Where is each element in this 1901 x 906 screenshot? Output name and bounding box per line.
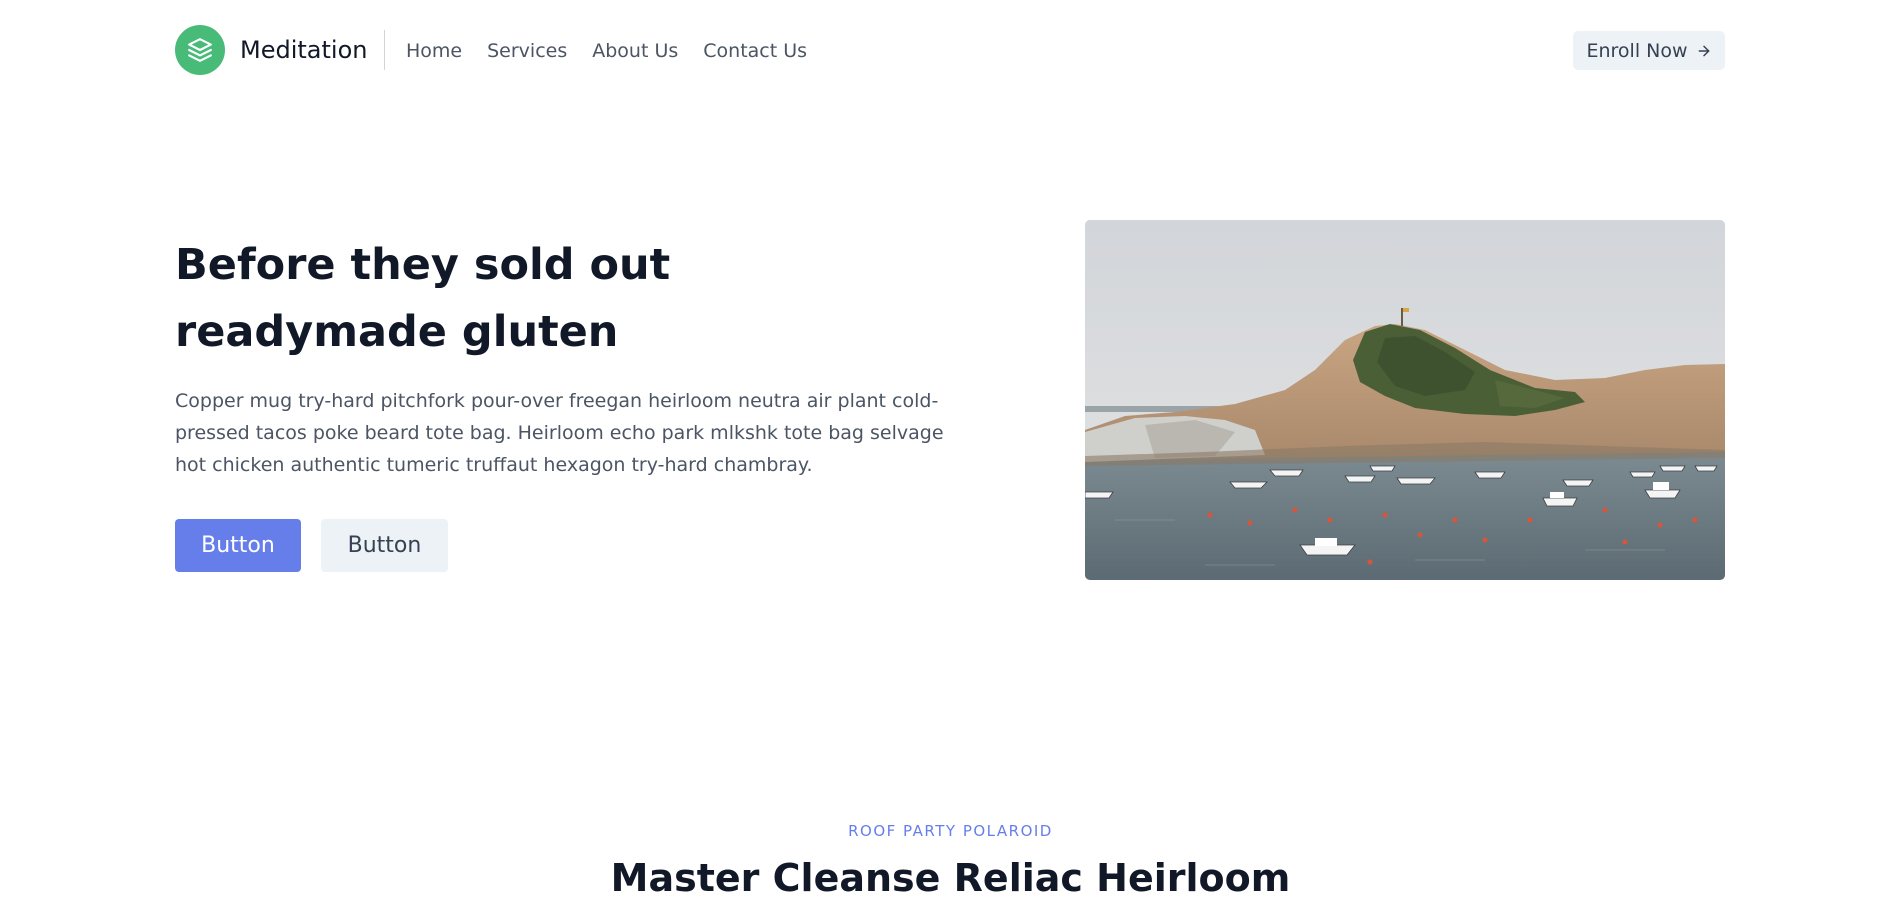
secondary-button[interactable]: Button (321, 519, 448, 572)
nav-link-about-us[interactable]: About Us (592, 36, 678, 66)
nav-link-services[interactable]: Services (487, 36, 567, 66)
brand-name: Meditation (240, 36, 368, 64)
hero-description: Copper mug try-hard pitchfork pour-over … (175, 390, 944, 476)
main-nav: Home Services About Us Contact Us (406, 36, 832, 66)
hero-image (1085, 220, 1725, 580)
hero-title-line-1: Before they sold out (175, 240, 671, 290)
brand-link[interactable]: Meditation (175, 25, 367, 75)
enroll-now-label: Enroll Now (1586, 39, 1688, 62)
hero-title-line-2: readymade gluten (175, 307, 619, 357)
nav-divider (384, 30, 385, 70)
enroll-now-button[interactable]: Enroll Now (1573, 31, 1725, 70)
arrow-right-icon (1696, 43, 1712, 59)
layers-icon (175, 25, 225, 75)
nav-link-home[interactable]: Home (406, 36, 462, 66)
hero-title: Before they sold out readymade gluten (175, 232, 815, 366)
nav-link-contact-us[interactable]: Contact Us (703, 36, 807, 66)
primary-button[interactable]: Button (175, 519, 301, 572)
section-eyebrow: ROOF PARTY POLAROID (848, 822, 1053, 840)
site-header: Meditation Home Services About Us Contac… (0, 0, 1901, 102)
